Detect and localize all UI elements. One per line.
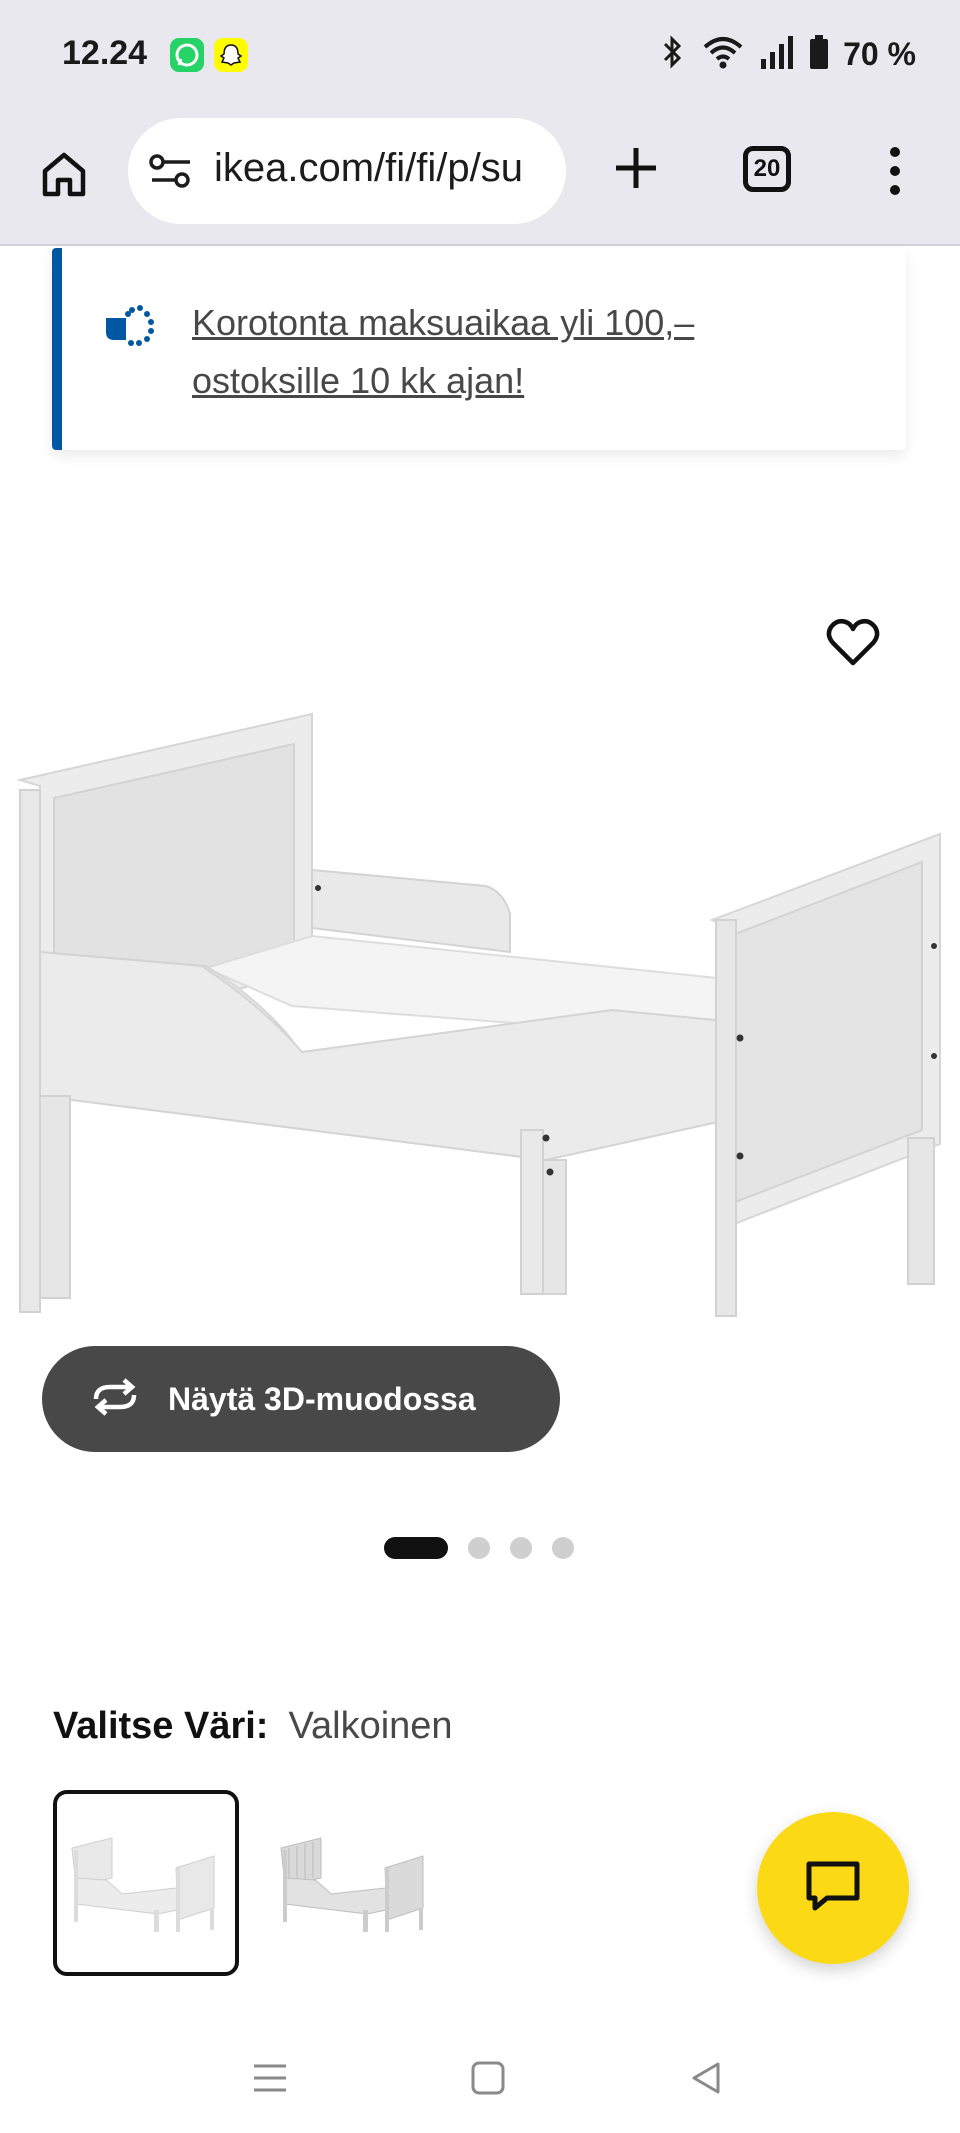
back-icon[interactable]: [686, 2058, 726, 2103]
home-button[interactable]: [36, 146, 92, 206]
color-label: Valitse Väri:: [53, 1705, 269, 1747]
signal-icon: [759, 35, 795, 74]
recent-apps-icon[interactable]: [250, 2058, 290, 2103]
new-tab-button[interactable]: [608, 140, 664, 196]
carousel-dot-2[interactable]: [468, 1537, 490, 1559]
image-carousel-indicator: [384, 1537, 574, 1559]
status-bar: 12.24 70 %: [0, 0, 960, 110]
snapchat-icon: [214, 38, 248, 72]
status-time: 12.24: [62, 34, 148, 72]
payment-promo-banner[interactable]: Korotonta maksuaikaa yli 100,– ostoksill…: [52, 248, 906, 450]
color-option-white[interactable]: [53, 1790, 239, 1976]
installment-icon: [102, 302, 158, 355]
home-icon: [39, 149, 89, 204]
color-selector-label: Valitse Väri: Valkoinen: [53, 1705, 453, 1748]
carousel-dot-1[interactable]: [384, 1537, 448, 1559]
carousel-dot-3[interactable]: [510, 1537, 532, 1559]
address-bar[interactable]: ikea.com/fi/fi/p/su: [128, 118, 566, 224]
banner-accent-bar: [52, 248, 62, 450]
product-image[interactable]: [16, 700, 944, 1340]
wifi-icon: [701, 34, 745, 75]
carousel-dot-4[interactable]: [552, 1537, 574, 1559]
url-text[interactable]: ikea.com/fi/fi/p/su: [214, 146, 523, 191]
battery-percent: 70 %: [843, 36, 916, 72]
tab-count: 20: [753, 155, 781, 182]
browser-menu-button[interactable]: [880, 144, 910, 198]
heart-icon: [826, 618, 880, 672]
home-nav-icon[interactable]: [468, 2058, 508, 2103]
bluetooth-icon: [657, 34, 687, 75]
more-vert-icon: [880, 147, 910, 202]
whatsapp-icon: [170, 38, 204, 72]
system-navigation-bar: [0, 2036, 960, 2133]
view-3d-label: Näytä 3D-muodossa: [168, 1380, 476, 1417]
plus-icon: [608, 148, 664, 200]
selected-color-value: Valkoinen: [288, 1705, 453, 1747]
battery-icon: [809, 35, 829, 74]
browser-toolbar: ikea.com/fi/fi/p/su 20: [0, 110, 960, 246]
site-settings-icon[interactable]: [148, 151, 194, 196]
chat-icon: [803, 1858, 863, 1919]
view-3d-button[interactable]: Näytä 3D-muodossa: [42, 1346, 560, 1452]
rotate-3d-icon: [88, 1377, 142, 1422]
banner-link[interactable]: Korotonta maksuaikaa yli 100,– ostoksill…: [192, 294, 792, 410]
tab-switcher-button[interactable]: 20: [743, 146, 791, 192]
add-to-favourites-button[interactable]: [826, 618, 880, 668]
color-option-grey[interactable]: [262, 1790, 448, 1976]
chat-button[interactable]: [757, 1812, 909, 1964]
